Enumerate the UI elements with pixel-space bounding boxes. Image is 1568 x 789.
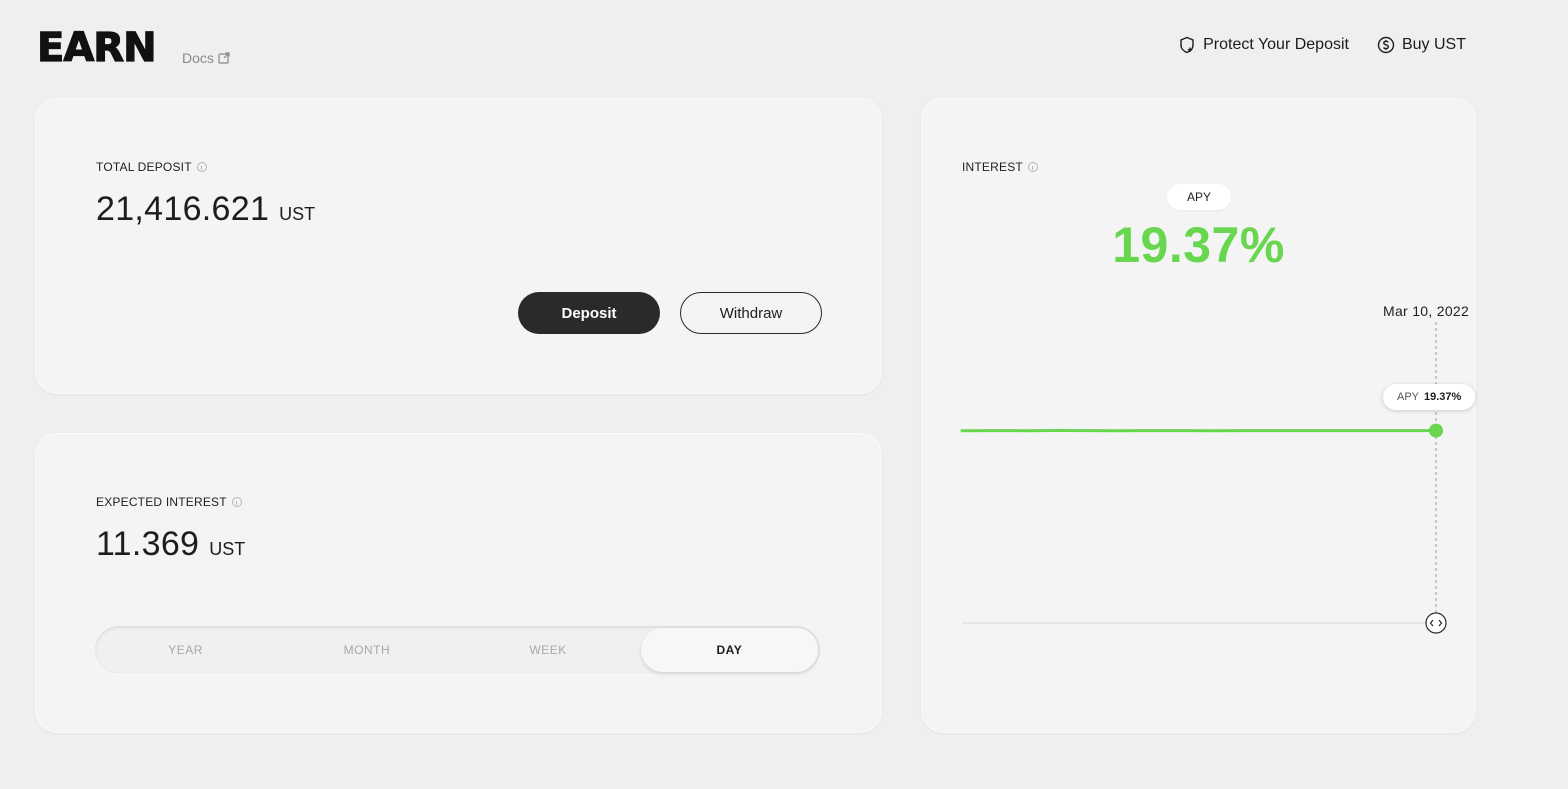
total-deposit-unit: UST (279, 204, 316, 224)
apy-selected-point (1429, 423, 1443, 438)
total-deposit-label: TOTAL DEPOSIT (96, 160, 192, 174)
tab-month[interactable]: MONTH (278, 628, 455, 672)
page-title: EARN (36, 25, 157, 71)
docs-link[interactable]: Docs (182, 50, 230, 66)
chart-tooltip: APY 19.37% (1383, 384, 1476, 410)
chart-drag-handle[interactable] (1425, 612, 1447, 634)
total-deposit-value: 21,416.621 (96, 190, 270, 228)
buy-ust-button[interactable]: Buy UST (1377, 36, 1466, 54)
expected-interest-label: EXPECTED INTEREST (96, 495, 227, 509)
tab-year[interactable]: YEAR (97, 628, 274, 672)
tooltip-label: APY (1397, 391, 1420, 403)
total-deposit-amount: 21,416.621 UST (96, 190, 315, 229)
expected-interest-unit: UST (209, 539, 246, 559)
buy-ust-label: Buy UST (1401, 36, 1466, 53)
docs-link-label: Docs (182, 50, 214, 66)
expected-interest-card: EXPECTED INTEREST 11.369 UST YEAR MONTH … (35, 433, 882, 733)
info-icon[interactable] (196, 162, 207, 172)
interest-card: INTEREST APY 19.37% Mar 10, 2022 APY 19.… (921, 98, 1476, 733)
shield-plus-icon (1180, 36, 1194, 54)
expected-interest-amount: 11.369 UST (96, 525, 245, 564)
external-link-icon (218, 52, 230, 64)
tab-week[interactable]: WEEK (460, 628, 637, 672)
tooltip-value: 19.37% (1424, 391, 1462, 403)
withdraw-button[interactable]: Withdraw (680, 292, 822, 334)
top-actions: Protect Your Deposit Buy UST (1178, 36, 1466, 54)
apy-chart (960, 322, 1447, 634)
total-deposit-label-row: TOTAL DEPOSIT (96, 160, 207, 174)
expected-interest-value: 11.369 (96, 525, 200, 563)
info-icon[interactable] (231, 497, 242, 507)
tab-day[interactable]: DAY (640, 628, 818, 672)
protect-deposit-label: Protect Your Deposit (1203, 36, 1349, 53)
total-deposit-card: TOTAL DEPOSIT 21,416.621 UST Deposit Wit… (35, 98, 882, 394)
protect-deposit-button[interactable]: Protect Your Deposit (1178, 36, 1349, 54)
chart-selected-date: Mar 10, 2022 (1383, 303, 1470, 319)
expected-interest-label-row: EXPECTED INTEREST (96, 495, 242, 509)
deposit-button[interactable]: Deposit (518, 292, 660, 334)
period-tabs: YEAR MONTH WEEK DAY (95, 626, 820, 674)
dollar-circle-icon (1377, 36, 1395, 54)
